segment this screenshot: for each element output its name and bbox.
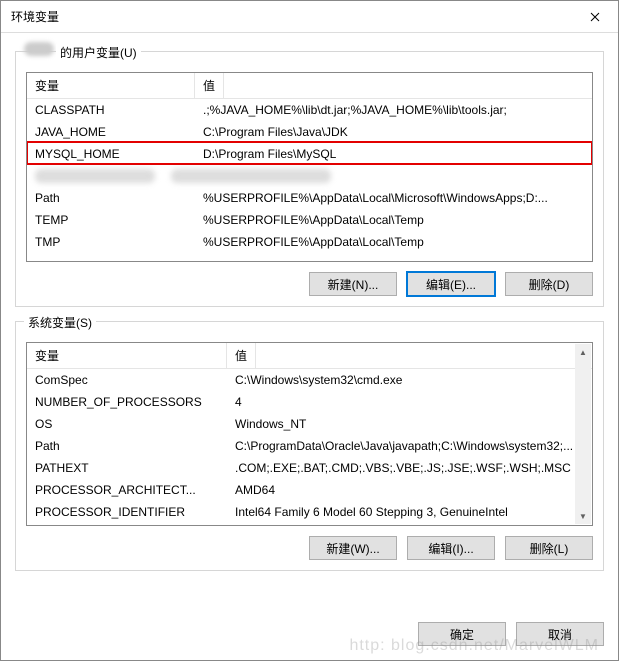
table-row[interactable]: MYSQL_HOME D:\Program Files\MySQL: [27, 143, 592, 165]
table-row[interactable]: Path %USERPROFILE%\AppData\Local\Microso…: [27, 187, 592, 209]
table-row[interactable]: CLASSPATH .;%JAVA_HOME%\lib\dt.jar;%JAVA…: [27, 99, 592, 121]
table-body: CLASSPATH .;%JAVA_HOME%\lib\dt.jar;%JAVA…: [27, 99, 592, 257]
edit-user-var-button[interactable]: 编辑(E)...: [407, 272, 495, 296]
scroll-up-icon[interactable]: ▲: [575, 344, 591, 360]
table-row[interactable]: ComSpec C:\Windows\system32\cmd.exe: [27, 369, 592, 391]
table-row[interactable]: PROCESSOR_IDENTIFIER Intel64 Family 6 Mo…: [27, 501, 592, 523]
table-row[interactable]: PROCESSOR_ARCHITECT... AMD64: [27, 479, 592, 501]
dialog-title: 环境变量: [11, 8, 59, 25]
environment-variables-dialog: 环境变量 的用户变量(U) 变量 值 CLASSPATH .;%JAVA_HOM…: [0, 0, 619, 661]
table-header: 变量 值: [27, 73, 592, 99]
table-row[interactable]: NUMBER_OF_PROCESSORS 4: [27, 391, 592, 413]
close-icon: [590, 12, 600, 22]
table-row-obscured[interactable]: [27, 165, 592, 187]
user-variables-table[interactable]: 变量 值 CLASSPATH .;%JAVA_HOME%\lib\dt.jar;…: [26, 72, 593, 262]
table-body: ComSpec C:\Windows\system32\cmd.exe NUMB…: [27, 369, 592, 526]
scrollbar-track[interactable]: [575, 360, 591, 508]
table-row[interactable]: TEMP %USERPROFILE%\AppData\Local\Temp: [27, 209, 592, 231]
close-button[interactable]: [572, 1, 618, 33]
delete-user-var-button[interactable]: 删除(D): [505, 272, 593, 296]
table-row[interactable]: Path C:\ProgramData\Oracle\Java\javapath…: [27, 435, 592, 457]
system-variables-group: 系统变量(S) 变量 值 ComSpec C:\Windows\system32…: [15, 321, 604, 571]
user-variables-group: 的用户变量(U) 变量 值 CLASSPATH .;%JAVA_HOME%\li…: [15, 51, 604, 307]
col-name[interactable]: 变量: [27, 73, 195, 98]
new-system-var-button[interactable]: 新建(W)...: [309, 536, 397, 560]
scroll-down-icon[interactable]: ▼: [575, 508, 591, 524]
col-name[interactable]: 变量: [27, 343, 227, 368]
table-header: 变量 值: [27, 343, 592, 369]
system-variables-table[interactable]: 变量 值 ComSpec C:\Windows\system32\cmd.exe…: [26, 342, 593, 526]
titlebar: 环境变量: [1, 1, 618, 33]
system-buttons: 新建(W)... 编辑(I)... 删除(L): [26, 526, 593, 560]
edit-system-var-button[interactable]: 编辑(I)...: [407, 536, 495, 560]
watermark: http: blog.csdn.net/MarvelWLM: [349, 637, 599, 655]
table-row[interactable]: JAVA_HOME C:\Program Files\Java\JDK: [27, 121, 592, 143]
table-row[interactable]: PATHEXT .COM;.EXE;.BAT;.CMD;.VBS;.VBE;.J…: [27, 457, 592, 479]
dialog-content: 的用户变量(U) 变量 值 CLASSPATH .;%JAVA_HOME%\li…: [1, 33, 618, 622]
table-row[interactable]: OS Windows_NT: [27, 413, 592, 435]
scrollbar[interactable]: ▲ ▼: [575, 344, 591, 524]
system-variables-label: 系统变量(S): [24, 314, 96, 331]
user-buttons: 新建(N)... 编辑(E)... 删除(D): [26, 262, 593, 296]
table-row[interactable]: TMP %USERPROFILE%\AppData\Local\Temp: [27, 231, 592, 253]
user-name-blurred: [24, 42, 54, 56]
new-user-var-button[interactable]: 新建(N)...: [309, 272, 397, 296]
delete-system-var-button[interactable]: 删除(L): [505, 536, 593, 560]
user-variables-label: 的用户变量(U): [56, 44, 141, 61]
col-value[interactable]: 值: [195, 73, 224, 98]
col-value[interactable]: 值: [227, 343, 256, 368]
